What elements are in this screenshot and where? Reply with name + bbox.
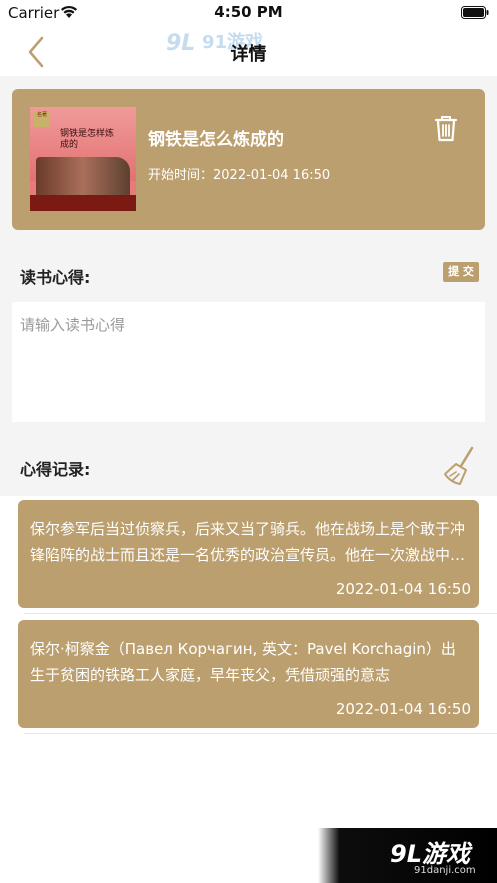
book-start-time: 开始时间：2022-01-04 16:50 [148,168,331,183]
cover-illustration [36,157,130,195]
site-watermark: 9L游戏 91danji.com [318,828,497,883]
record-item[interactable]: 保尔·柯察金（Павел Корчагин, 英文：Pavel Korchagi… [18,620,479,728]
status-bar: Carrier 4:50 PM [0,0,497,26]
record-divider [24,613,497,614]
status-time: 4:50 PM [214,3,283,21]
record-divider [24,733,497,734]
cover-badge: 名著 [34,111,50,127]
page-title: 详情 [230,44,267,65]
records-label: 心得记录: [20,460,91,479]
trash-icon[interactable] [432,113,460,143]
book-card: 名著 钢铁是怎样炼成的 钢铁是怎么炼成的 开始时间：2022-01-04 16:… [12,89,485,230]
watermark-url: 91danji.com [414,865,476,876]
book-cover: 名著 钢铁是怎样炼成的 [30,107,136,211]
notes-label: 读书心得: [20,268,91,287]
battery-icon [461,6,489,19]
notes-input[interactable] [12,302,485,422]
broom-icon[interactable] [442,446,478,486]
book-title: 钢铁是怎么炼成的 [148,130,284,150]
record-text: 保尔·柯察金（Павел Корчагин, 英文：Pavel Korchagi… [30,640,456,684]
record-date: 2022-01-04 16:50 [335,700,471,718]
record-date: 2022-01-04 16:50 [335,580,471,598]
record-text: 保尔参军后当过侦察兵，后来又当了骑兵。他在战场上是个敢于冲锋陷阵的战士而且还是一… [30,520,466,564]
cover-title: 钢铁是怎样炼成的 [60,129,115,150]
record-item[interactable]: 保尔参军后当过侦察兵，后来又当了骑兵。他在战场上是个敢于冲锋陷阵的战士而且还是一… [18,500,479,608]
watermark-logo: 9L游戏 [390,840,470,868]
nav-bar: 9L 91游戏 详情 [0,26,497,76]
submit-button[interactable]: 提 交 [443,262,479,282]
